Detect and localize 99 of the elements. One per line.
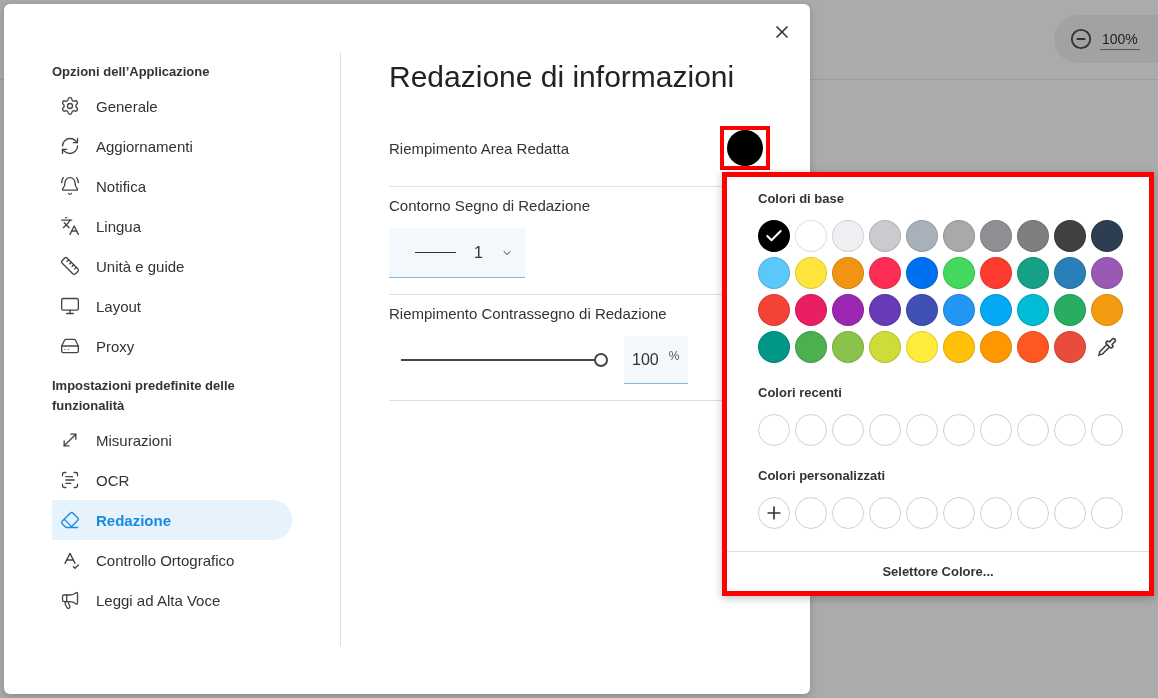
zoom-out-icon[interactable] bbox=[1070, 28, 1092, 50]
empty-color-slot[interactable] bbox=[1054, 497, 1086, 529]
text-scan-icon bbox=[60, 470, 80, 490]
refresh-icon bbox=[60, 136, 80, 156]
sidebar-item[interactable]: Misurazioni bbox=[52, 420, 292, 460]
sidebar-item[interactable]: Notifica bbox=[52, 166, 292, 206]
color-swatch[interactable] bbox=[906, 294, 938, 326]
gear-icon bbox=[60, 96, 80, 116]
sidebar-item[interactable]: Aggiornamenti bbox=[52, 126, 292, 166]
color-swatch[interactable] bbox=[795, 294, 827, 326]
stroke-width-dropdown[interactable]: 1 bbox=[389, 228, 525, 278]
color-swatch[interactable] bbox=[1054, 257, 1086, 289]
color-swatch[interactable] bbox=[1054, 220, 1086, 252]
empty-color-slot[interactable] bbox=[832, 414, 864, 446]
color-swatch[interactable] bbox=[980, 257, 1012, 289]
section-heading: Colori di base bbox=[758, 191, 845, 206]
color-swatch[interactable] bbox=[1054, 294, 1086, 326]
color-swatch[interactable] bbox=[980, 331, 1012, 363]
color-selector-button[interactable]: Selettore Colore... bbox=[727, 551, 1149, 591]
empty-color-slot[interactable] bbox=[1017, 414, 1049, 446]
color-swatch[interactable] bbox=[795, 220, 827, 252]
color-swatch[interactable] bbox=[1017, 331, 1049, 363]
color-swatch[interactable] bbox=[869, 294, 901, 326]
color-swatch[interactable] bbox=[869, 331, 901, 363]
empty-color-slot[interactable] bbox=[758, 414, 790, 446]
opacity-slider[interactable] bbox=[401, 353, 608, 367]
page-title: Redazione di informazioni bbox=[389, 60, 736, 94]
color-swatch[interactable] bbox=[832, 294, 864, 326]
color-swatch[interactable] bbox=[1091, 220, 1123, 252]
empty-color-slot[interactable] bbox=[1054, 414, 1086, 446]
empty-color-slot[interactable] bbox=[1017, 497, 1049, 529]
drive-icon bbox=[60, 336, 80, 356]
color-swatch[interactable] bbox=[943, 220, 975, 252]
empty-color-slot[interactable] bbox=[980, 414, 1012, 446]
empty-color-slot[interactable] bbox=[832, 497, 864, 529]
translate-icon bbox=[60, 216, 80, 236]
color-swatch[interactable] bbox=[869, 220, 901, 252]
color-swatch[interactable] bbox=[1091, 294, 1123, 326]
color-swatch[interactable] bbox=[758, 220, 790, 252]
color-swatch[interactable] bbox=[906, 331, 938, 363]
color-swatch[interactable] bbox=[980, 220, 1012, 252]
color-swatch[interactable] bbox=[906, 220, 938, 252]
sidebar-item[interactable]: OCR bbox=[52, 460, 292, 500]
sidebar-item[interactable]: Generale bbox=[52, 86, 292, 126]
color-swatch[interactable] bbox=[943, 294, 975, 326]
color-swatch-button[interactable] bbox=[720, 126, 770, 170]
color-swatch[interactable] bbox=[832, 257, 864, 289]
zoom-value[interactable]: 100% bbox=[1100, 28, 1140, 50]
color-swatch[interactable] bbox=[832, 220, 864, 252]
eraser-icon bbox=[60, 510, 80, 530]
color-swatch[interactable] bbox=[758, 257, 790, 289]
ruler-icon bbox=[60, 256, 80, 276]
sidebar-item[interactable]: Lingua bbox=[52, 206, 292, 246]
empty-color-slot[interactable] bbox=[943, 497, 975, 529]
slider-thumb[interactable] bbox=[594, 353, 608, 367]
sidebar-item[interactable]: Layout bbox=[52, 286, 292, 326]
color-swatch[interactable] bbox=[1017, 257, 1049, 289]
sidebar-item[interactable]: Proxy bbox=[52, 326, 292, 366]
bell-icon bbox=[60, 176, 80, 196]
sidebar-item[interactable]: Unità e guide bbox=[52, 246, 292, 286]
sidebar-item[interactable]: Controllo Ortografico bbox=[52, 540, 292, 580]
sidebar-item[interactable]: Leggi ad Alta Voce bbox=[52, 580, 292, 620]
color-swatch[interactable] bbox=[795, 257, 827, 289]
color-swatch[interactable] bbox=[1054, 331, 1086, 363]
stroke-preview bbox=[415, 252, 457, 253]
empty-color-slot[interactable] bbox=[795, 414, 827, 446]
empty-color-slot[interactable] bbox=[980, 497, 1012, 529]
monitor-icon bbox=[60, 296, 80, 316]
empty-color-slot[interactable] bbox=[795, 497, 827, 529]
megaphone-icon bbox=[60, 590, 80, 610]
color-swatch[interactable] bbox=[1017, 220, 1049, 252]
empty-color-slot[interactable] bbox=[943, 414, 975, 446]
color-swatch[interactable] bbox=[795, 331, 827, 363]
section-heading: Colori recenti bbox=[758, 385, 843, 400]
section-heading: Impostazioni predefinite delle funzionalità bbox=[52, 377, 236, 415]
empty-color-slot[interactable] bbox=[906, 497, 938, 529]
color-swatch[interactable] bbox=[1017, 294, 1049, 326]
empty-color-slot[interactable] bbox=[1091, 414, 1123, 446]
empty-color-slot[interactable] bbox=[869, 414, 901, 446]
add-color-button[interactable] bbox=[758, 497, 790, 529]
color-swatch[interactable] bbox=[1091, 257, 1123, 289]
setting-label: Riempimento Contrassegno di Redazione bbox=[389, 305, 668, 322]
section-heading: Colori personalizzati bbox=[758, 468, 887, 483]
color-swatch[interactable] bbox=[943, 331, 975, 363]
setting-label: Contorno Segno di Redazione bbox=[389, 197, 591, 214]
color-swatch[interactable] bbox=[980, 294, 1012, 326]
section-heading: Opzioni dell’Applicazione bbox=[52, 63, 211, 81]
color-swatch[interactable] bbox=[906, 257, 938, 289]
color-swatch[interactable] bbox=[758, 294, 790, 326]
unit-label: % bbox=[668, 348, 680, 363]
empty-color-slot[interactable] bbox=[869, 497, 901, 529]
color-swatch[interactable] bbox=[943, 257, 975, 289]
color-swatch[interactable] bbox=[832, 331, 864, 363]
color-swatch[interactable] bbox=[869, 257, 901, 289]
opacity-input[interactable]: 100 % bbox=[624, 336, 688, 384]
color-swatch[interactable] bbox=[758, 331, 790, 363]
empty-color-slot[interactable] bbox=[1091, 497, 1123, 529]
empty-color-slot[interactable] bbox=[906, 414, 938, 446]
setting-label: Riempimento Area Redatta bbox=[389, 139, 570, 157]
